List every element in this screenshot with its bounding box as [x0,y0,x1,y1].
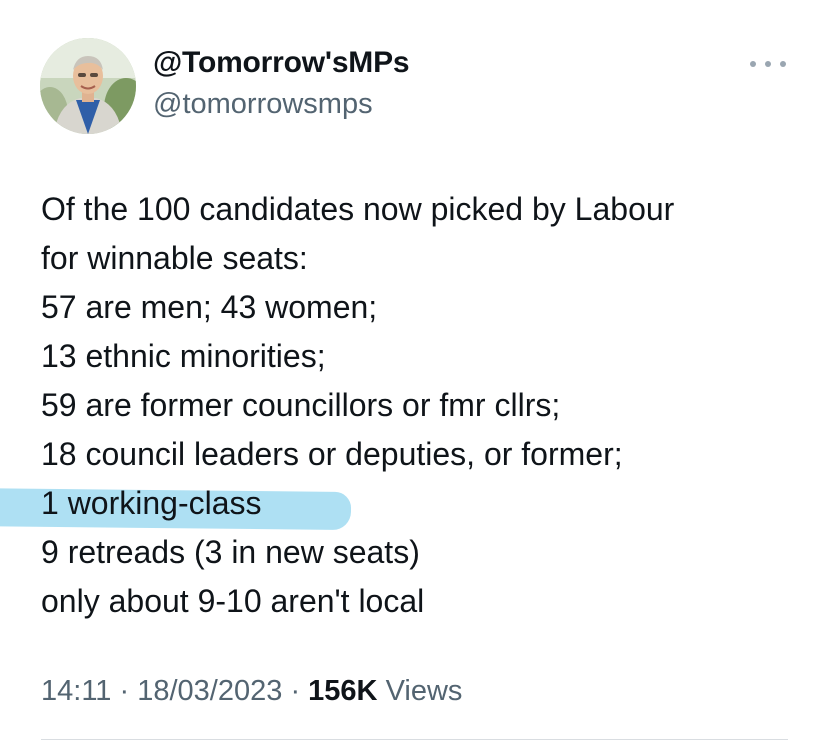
meta-separator: · [290,675,301,707]
more-horizontal-icon-dot [780,61,786,67]
tweet-line: 13 ethnic minorities; [41,332,811,381]
tweet-line-text: only about 9-10 aren't local [41,583,425,619]
divider [41,739,788,740]
tweet-line-text: 13 ethnic minorities; [41,338,326,374]
author-display-name[interactable]: @Tomorrow'sMPs [153,46,410,80]
tweet-line-text: Of the 100 candidates now picked by Labo… [41,191,675,227]
avatar-photo [40,38,136,134]
tweet-line-highlighted: 1 working-class [41,479,811,528]
tweet-card: @Tomorrow'sMPs @tomorrowsmps Of the 100 … [0,0,828,755]
views-count[interactable]: 156K [308,675,377,707]
tweet-line: 57 are men; 43 women; [41,283,811,332]
tweet-time[interactable]: 14:11 [41,675,111,707]
tweet-line: 9 retreads (3 in new seats) [41,528,811,577]
tweet-line-text: 57 are men; 43 women; [41,289,378,325]
tweet-line-text: 9 retreads (3 in new seats) [41,534,420,570]
tweet-line: for winnable seats: [41,234,811,283]
tweet-line: 18 council leaders or deputies, or forme… [41,430,811,479]
tweet-line: only about 9-10 aren't local [41,577,811,626]
tweet-line-text: 59 are former councillors or fmr cllrs; [41,387,561,423]
tweet-line-text: 1 working-class [41,485,262,521]
more-horizontal-icon [750,61,756,67]
more-horizontal-icon-dot [765,61,771,67]
tweet-line-text: for winnable seats: [41,240,308,276]
author-handle[interactable]: @tomorrowsmps [153,88,373,121]
avatar[interactable] [40,38,136,134]
tweet-date[interactable]: 18/03/2023 [137,675,282,707]
meta-separator: · [119,675,130,707]
tweet-line: 59 are former councillors or fmr cllrs; [41,381,811,430]
more-options-button[interactable] [750,52,786,76]
tweet-text: Of the 100 candidates now picked by Labo… [41,185,811,626]
tweet-line-text: 18 council leaders or deputies, or forme… [41,436,623,472]
tweet-line: Of the 100 candidates now picked by Labo… [41,185,811,234]
tweet-meta: 14:11 · 18/03/2023 · 156K Views [41,675,462,708]
views-label[interactable]: Views [386,675,463,707]
